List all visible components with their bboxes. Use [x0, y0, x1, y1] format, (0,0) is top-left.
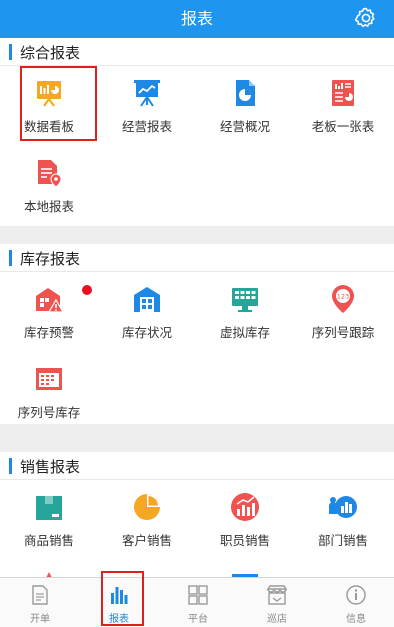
tile-business-report[interactable]: 经营报表 — [98, 68, 196, 146]
tile-label: 职员销售 — [219, 533, 270, 548]
section-accent-bar — [9, 44, 12, 60]
location-document-icon — [38, 160, 62, 188]
warehouse-icon — [134, 287, 160, 312]
tile-serial-inventory[interactable]: 序列号库存 — [0, 354, 98, 432]
section-sales: 销售报表 商品销售 客户销售 职员销售 部门销售 — [0, 452, 394, 577]
report-sheet-icon — [332, 80, 354, 106]
monitor-grid-icon — [232, 288, 258, 312]
serial-pin-icon: 123 — [332, 285, 354, 313]
tab-label: 信息 — [346, 614, 366, 625]
tile-local-report[interactable]: 本地报表 — [0, 148, 98, 226]
page-title: 报表 — [180, 9, 213, 28]
warehouse-warning-icon — [36, 288, 64, 313]
tab-platform[interactable]: 平台 — [159, 578, 237, 627]
section-header: 销售报表 — [0, 452, 394, 480]
serial-table-icon — [36, 368, 62, 390]
section-accent-bar — [9, 458, 12, 474]
shop-icon — [266, 585, 288, 605]
tab-label: 平台 — [188, 614, 208, 625]
grid-icon — [188, 585, 208, 605]
tile-inventory-status[interactable]: 库存状况 — [98, 274, 196, 352]
tile-label: 序列号跟踪 — [311, 325, 375, 340]
tab-order[interactable]: 开单 — [1, 578, 79, 627]
gear-icon[interactable] — [354, 6, 378, 30]
highlight-box — [101, 571, 144, 626]
tile-label: 本地报表 — [23, 199, 74, 214]
tab-label: 开单 — [30, 614, 50, 625]
section-header: 库存报表 — [0, 244, 394, 272]
section-title: 综合报表 — [20, 44, 81, 62]
customer-pie-icon — [134, 494, 160, 520]
top-bar: 报表 — [0, 0, 394, 38]
tile-label: 库存预警 — [23, 325, 74, 340]
tile-boss-sheet[interactable]: 老板一张表 — [294, 68, 392, 146]
tab-info[interactable]: 信息 — [317, 578, 394, 627]
tile-label: 经营报表 — [121, 119, 172, 134]
section-header: 综合报表 — [0, 38, 394, 66]
section-title: 销售报表 — [20, 458, 81, 476]
tile-label: 部门销售 — [317, 533, 368, 548]
department-chart-icon — [329, 496, 357, 518]
highlight-box — [20, 66, 97, 141]
tile-department-sales[interactable]: 部门销售 — [294, 482, 392, 560]
tile-label: 虚拟库存 — [219, 325, 270, 340]
tile-label: 经营概况 — [219, 119, 270, 134]
notification-badge — [82, 285, 92, 295]
tile-label: 老板一张表 — [311, 119, 375, 134]
section-accent-bar — [9, 250, 12, 266]
bottom-tab-bar: 开单 报表 平台 巡店 信息 — [0, 577, 394, 627]
presentation-chart-icon — [134, 80, 160, 107]
tab-store-patrol[interactable]: 巡店 — [238, 578, 316, 627]
info-icon — [346, 585, 366, 605]
tile-serial-tracking[interactable]: 123 序列号跟踪 — [294, 274, 392, 352]
tab-label: 巡店 — [267, 614, 287, 625]
document-icon — [32, 585, 48, 605]
tile-customer-sales[interactable]: 客户销售 — [98, 482, 196, 560]
tile-staff-sales[interactable]: 职员销售 — [196, 482, 294, 560]
tile-business-overview[interactable]: 经营概况 — [196, 68, 294, 146]
tile-label: 序列号库存 — [17, 405, 81, 420]
tile-virtual-inventory[interactable]: 虚拟库存 — [196, 274, 294, 352]
product-box-icon — [36, 496, 62, 520]
tile-product-sales[interactable]: 商品销售 — [0, 482, 98, 560]
pie-document-icon — [236, 80, 255, 106]
tile-label: 客户销售 — [121, 533, 172, 548]
staff-chart-icon — [231, 493, 259, 521]
tile-label: 商品销售 — [23, 533, 74, 548]
section-title: 库存报表 — [20, 250, 81, 268]
svg-text:123: 123 — [337, 293, 349, 301]
section-inventory: 库存报表 库存预警 库存状况 虚拟库存 123 序列号跟踪 序列号库存 — [0, 244, 394, 424]
tile-label: 库存状况 — [121, 325, 172, 340]
